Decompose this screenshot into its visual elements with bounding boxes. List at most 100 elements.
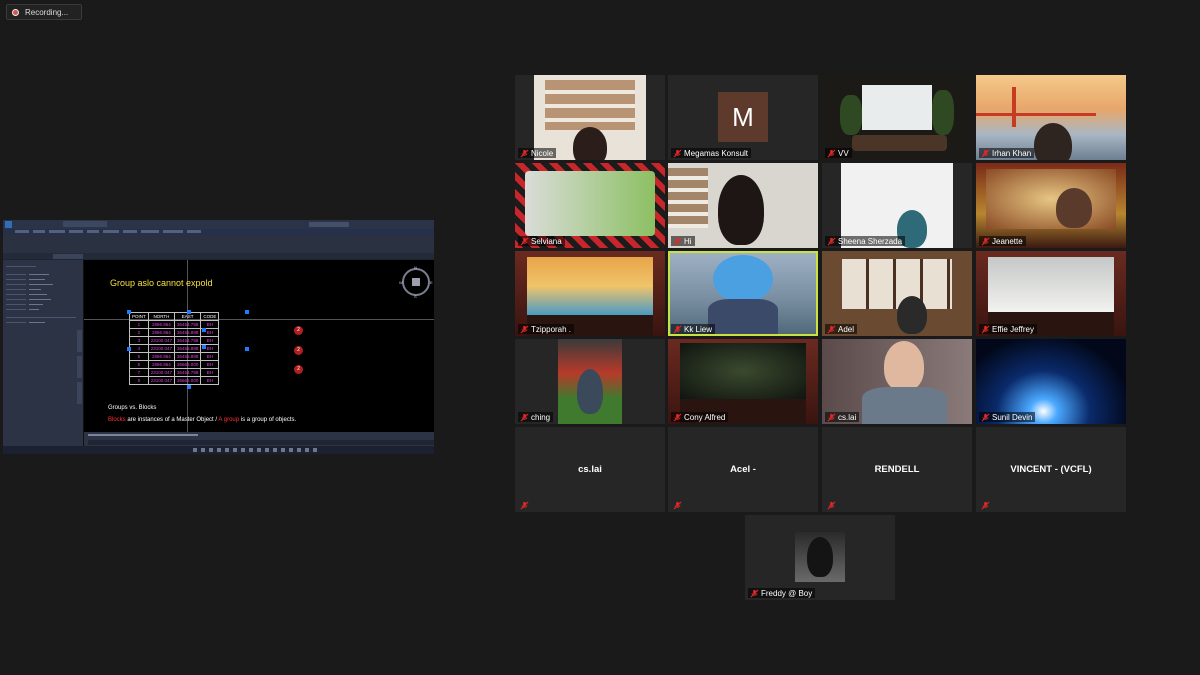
video-tile[interactable]: Nicole (515, 75, 665, 160)
video-tile[interactable]: cs.lai (822, 339, 972, 424)
table-cell: BH (200, 376, 220, 385)
table-cell: BH (200, 368, 220, 377)
participant-display-name: RENDELL (874, 464, 920, 475)
video-tile[interactable]: VV (822, 75, 972, 160)
cad-ribbon (3, 235, 434, 253)
table-row: 5 2886.964 36455.888 BH (129, 352, 220, 361)
table-cell: 5 (129, 352, 149, 361)
participant-name-tag: Megamas Konsult (671, 148, 752, 158)
mic-muted-icon (981, 237, 990, 245)
mic-muted-icon (750, 589, 759, 597)
video-tile[interactable]: Hi (668, 163, 818, 248)
cad-search-box (309, 221, 349, 227)
participant-status (979, 500, 995, 510)
recording-label: Recording... (25, 7, 69, 17)
video-tile[interactable]: Effie Jeffrey (976, 251, 1126, 336)
video-tile-off[interactable]: RENDELL (822, 427, 972, 512)
cad-title-bar (3, 220, 434, 229)
mic-muted-icon (673, 325, 682, 333)
participant-name-tag: ching (518, 412, 554, 422)
participant-name-tag: Sheena Sherzada (825, 236, 906, 246)
video-tile-off[interactable]: Acel - (668, 427, 818, 512)
video-tile[interactable]: Jeanette (976, 163, 1126, 248)
video-tile[interactable]: Selviana (515, 163, 665, 248)
cad-command-line[interactable] (84, 432, 434, 446)
table-cell: BH (200, 360, 220, 369)
table-row: 8 23100.047 36665.000 BH (129, 376, 220, 385)
table-cell: 2 (129, 328, 149, 337)
participant-name-tag: Tzipporah . (518, 324, 575, 334)
cad-drawing-canvas[interactable]: Group aslo cannot expold POINT NORTH EAS… (84, 260, 434, 432)
participant-name-tag: Cony Alfred (671, 412, 729, 422)
mic-muted-icon (827, 413, 836, 421)
video-tile[interactable]: Sheena Sherzada (822, 163, 972, 248)
table-row: 3 23100.047 36454.788 BH (129, 336, 220, 345)
table-cell: 36454.788 (174, 336, 202, 345)
video-tile[interactable]: Cony Alfred (668, 339, 818, 424)
slide-caption: Blocks are instances of a Master Object … (108, 417, 297, 423)
table-cell: 23100.047 (147, 376, 176, 385)
participant-name-tag: Sunil Devin (979, 412, 1036, 422)
table-cell: 2886.964 (147, 328, 176, 337)
table-cell: 7 (129, 368, 149, 377)
table-header: POINT (129, 312, 149, 321)
mic-muted-icon (827, 501, 836, 509)
mic-muted-icon (673, 237, 682, 245)
participant-name-tag: Selviana (518, 236, 565, 246)
video-tile[interactable]: Freddy @ Boy (745, 515, 895, 600)
mic-muted-icon (673, 501, 682, 509)
table-cell: 23100.047 (147, 344, 176, 353)
mic-muted-icon (981, 413, 990, 421)
cad-properties-panel (3, 260, 84, 446)
participant-name-tag: cs.lai (825, 412, 860, 422)
video-tile[interactable]: ching (515, 339, 665, 424)
table-cell: 1 (129, 320, 149, 329)
mic-muted-icon (520, 501, 529, 509)
table-cell: BH (200, 352, 220, 361)
mic-muted-icon (520, 149, 529, 157)
participant-name-tag: Freddy @ Boy (748, 588, 816, 598)
mic-muted-icon (827, 237, 836, 245)
table-cell: 36454.788 (174, 320, 202, 329)
record-icon (12, 8, 19, 16)
video-tile[interactable]: Adel (822, 251, 972, 336)
table-cell: 2886.964 (147, 352, 176, 361)
table-header: CODE (200, 312, 220, 321)
video-tile[interactable]: M Megamas Konsult (668, 75, 818, 160)
table-cell: 6 (129, 360, 149, 369)
mic-muted-icon (520, 237, 529, 245)
participant-display-name: cs.lai (578, 464, 602, 475)
table-cell: 36454.788 (174, 368, 202, 377)
video-tile[interactable]: Sunil Devin (976, 339, 1126, 424)
marker-badge: 2 (294, 326, 303, 335)
app-logo-icon (5, 221, 12, 228)
table-cell: 2886.964 (147, 360, 176, 369)
table-cell: 4 (129, 344, 149, 353)
viewcube-compass[interactable]: N S W E (399, 265, 433, 299)
table-cell: 23100.047 (147, 336, 176, 345)
mic-muted-icon (981, 325, 990, 333)
slide-heading: Group aslo cannot expold (110, 278, 213, 288)
table-cell: 36665.000 (174, 360, 202, 369)
video-tile-off[interactable]: VINCENT - (VCFL) (976, 427, 1126, 512)
marker-badge: 2 (294, 365, 303, 374)
table-row: 7 23100.047 36454.788 BH (129, 368, 220, 377)
recording-indicator[interactable]: Recording... (6, 4, 82, 20)
table-cell: 23100.047 (147, 368, 176, 377)
shared-screen[interactable]: Group aslo cannot expold POINT NORTH EAS… (3, 220, 434, 454)
avatar: M (718, 92, 768, 142)
video-tile[interactable]: Tzipporah . (515, 251, 665, 336)
table-cell: 2886.964 (147, 320, 176, 329)
participant-name-tag: Nicole (518, 148, 557, 158)
video-tile-off[interactable]: cs.lai (515, 427, 665, 512)
table-header-row: POINT NORTH EAST CODE (129, 312, 220, 321)
mic-muted-icon (981, 149, 990, 157)
participant-status (671, 500, 687, 510)
mic-muted-icon (827, 149, 836, 157)
table-cell: BH (200, 336, 220, 345)
participant-name-tag: Jeanette (979, 236, 1026, 246)
video-tile-active-speaker[interactable]: Kk Liew (668, 251, 818, 336)
video-tile[interactable]: Irhan Khan (976, 75, 1126, 160)
participant-name-tag: Effie Jeffrey (979, 324, 1037, 334)
participant-name-tag: Kk Liew (671, 324, 716, 334)
